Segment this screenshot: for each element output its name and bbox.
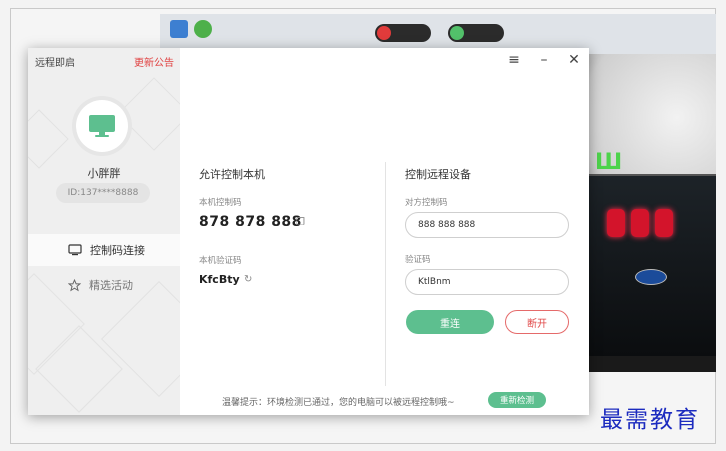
status-pill-green (448, 24, 504, 42)
monitor-icon (89, 115, 115, 137)
recheck-button[interactable]: 重新检测 (488, 392, 546, 408)
star-icon (68, 278, 81, 291)
sidebar-item-label: 控制码连接 (90, 244, 145, 257)
desktop-wallpaper: Ш (585, 54, 716, 372)
allow-section-title: 允许控制本机 (199, 168, 265, 181)
monster-logo-icon: Ш (595, 150, 623, 175)
status-pill-red (375, 24, 431, 42)
copy-icon[interactable]: ❐ (296, 217, 305, 228)
monitor-icon (68, 244, 82, 256)
avatar[interactable] (76, 100, 128, 152)
sidebar: 远程即启 更新公告 小胖胖 ID:137****8888 控制码连接 精选活动 (28, 48, 180, 415)
verify-code-label: 验证码 (405, 255, 431, 265)
peer-code-label: 对方控制码 (405, 198, 448, 208)
computer-icon (170, 20, 188, 38)
network-icon (194, 20, 212, 38)
user-id-badge: ID:137****8888 (56, 183, 150, 203)
local-verify-code: KfcBty (199, 273, 240, 286)
tail-light (631, 209, 649, 237)
control-section-title: 控制远程设备 (405, 168, 471, 181)
disconnect-button[interactable]: 断开 (505, 310, 569, 334)
verify-code-value: KtlBnm (418, 277, 451, 287)
app-title: 远程即启 (35, 58, 75, 69)
peer-code-input[interactable]: 888 888 888 (405, 212, 569, 238)
menu-icon[interactable]: ≡ (507, 52, 521, 68)
local-verify-label: 本机验证码 (199, 256, 242, 266)
local-code-label: 本机控制码 (199, 198, 242, 208)
sidebar-item-control-code[interactable]: 控制码连接 (28, 234, 180, 266)
refresh-icon[interactable]: ↻ (244, 274, 252, 285)
sidebar-item-activities[interactable]: 精选活动 (28, 269, 180, 301)
reconnect-button[interactable]: 重连 (406, 310, 494, 334)
news-link[interactable]: 更新公告 (134, 54, 174, 69)
car-image (585, 174, 716, 356)
verify-code-input[interactable]: KtlBnm (405, 269, 569, 295)
watermark: 最需教育 (600, 407, 700, 433)
username: 小胖胖 (87, 167, 121, 180)
ford-badge-icon (635, 269, 667, 285)
environment-status: 温馨提示：环境检测已通过，您的电脑可以被远程控制哦~ (222, 398, 455, 408)
app-window: 远程即启 更新公告 小胖胖 ID:137****8888 控制码连接 精选活动 (28, 48, 589, 415)
tail-light (607, 209, 625, 237)
close-icon[interactable]: ✕ (567, 52, 581, 68)
minimize-icon[interactable]: – (537, 52, 551, 68)
section-divider (385, 162, 386, 386)
window-controls: ≡ – ✕ (507, 52, 581, 68)
sidebar-item-label: 精选活动 (89, 279, 133, 292)
peer-code-value: 888 888 888 (418, 220, 476, 230)
local-control-code: 878 878 888 (199, 214, 302, 230)
tail-light (655, 209, 673, 237)
